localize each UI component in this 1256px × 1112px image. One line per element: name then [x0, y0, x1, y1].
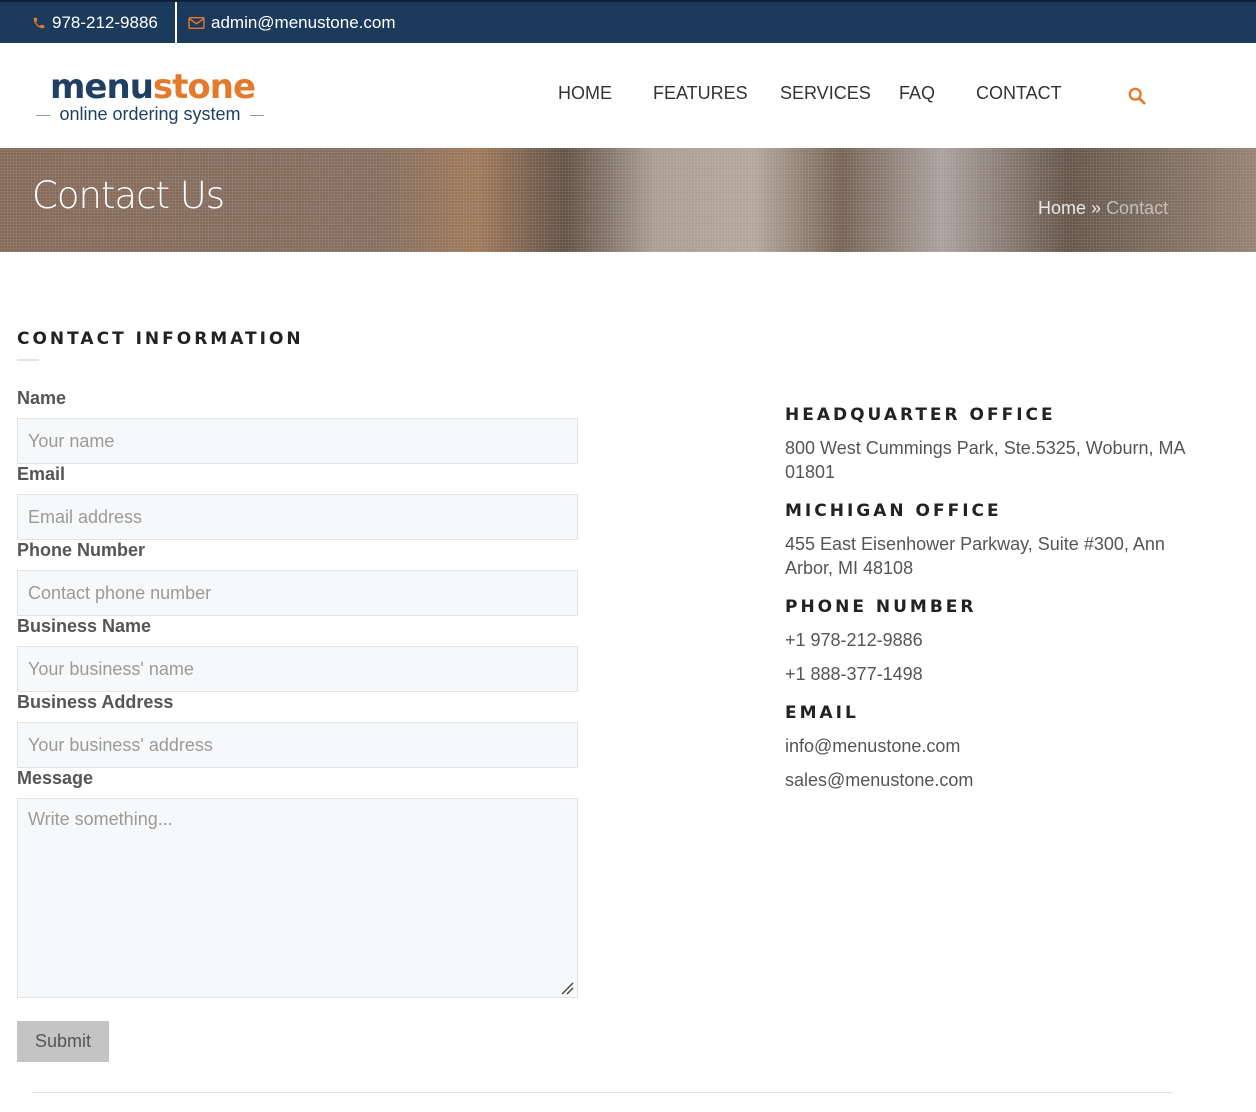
search-icon[interactable] [1128, 87, 1146, 109]
name-label: Name [17, 388, 67, 408]
breadcrumb: Home » Contact [1038, 198, 1168, 219]
contact-section-title: CONTACT INFORMATION [17, 329, 304, 349]
page-banner: Contact Us Home » Contact [0, 148, 1256, 252]
logo-wordmark: menustone [50, 67, 256, 107]
topbar-phone[interactable]: 978-212-9886 [32, 2, 158, 43]
email-label: Email [17, 464, 66, 484]
email-sales[interactable]: sales@menustone.com [785, 768, 1185, 792]
business-address-input[interactable] [17, 722, 578, 768]
business-name-label: Business Name [17, 616, 152, 636]
phone-number-1[interactable]: +1 978-212-9886 [785, 628, 1185, 652]
logo-rule-right [250, 115, 264, 116]
logo[interactable]: menustone online ordering system [36, 67, 264, 127]
nav-faq[interactable]: FAQ [899, 83, 935, 104]
nav-features[interactable]: FEATURES [653, 83, 748, 104]
site-header: menustone online ordering system HOME FE… [0, 43, 1256, 148]
message-label: Message [17, 768, 94, 788]
topbar-phone-text: 978-212-9886 [52, 12, 158, 32]
logo-word-stone: stone [152, 67, 256, 107]
breadcrumb-home[interactable]: Home [1038, 198, 1086, 218]
email-input[interactable] [17, 494, 578, 540]
phone-label: Phone Number [17, 540, 146, 560]
nav-contact[interactable]: CONTACT [976, 83, 1062, 104]
message-textarea[interactable] [17, 798, 578, 998]
hq-office-heading: HEADQUARTER OFFICE [785, 405, 1056, 425]
envelope-icon [188, 16, 205, 29]
topbar-divider [175, 2, 177, 43]
topbar-email[interactable]: admin@menustone.com [188, 2, 396, 43]
logo-word-menu: menu [50, 67, 154, 107]
page-title: Contact Us [32, 174, 225, 217]
email-info[interactable]: info@menustone.com [785, 734, 1185, 758]
breadcrumb-separator: » [1091, 198, 1102, 218]
logo-tagline: online ordering system [59, 104, 241, 124]
topbar-email-text: admin@menustone.com [211, 12, 396, 32]
phone-icon [33, 17, 45, 28]
email-heading: EMAIL [785, 703, 859, 723]
hq-office-address: 800 West Cummings Park, Ste.5325, Woburn… [785, 438, 1185, 482]
phone-number-heading: PHONE NUMBER [785, 597, 977, 617]
nav-home[interactable]: HOME [558, 83, 612, 104]
top-contact-bar: 978-212-9886 admin@menustone.com [0, 0, 1256, 43]
phone-number-2[interactable]: +1 888-377-1498 [785, 662, 1185, 686]
nav-services[interactable]: SERVICES [780, 83, 871, 104]
phone-input[interactable] [17, 570, 578, 616]
section-title-underline [17, 359, 39, 361]
breadcrumb-current: Contact [1106, 198, 1169, 218]
name-input[interactable] [17, 418, 578, 464]
michigan-office-heading: MICHIGAN OFFICE [785, 501, 1002, 521]
business-name-input[interactable] [17, 646, 578, 692]
michigan-office-address: 455 East Eisenhower Parkway, Suite #300,… [785, 534, 1165, 578]
business-address-label: Business Address [17, 692, 174, 712]
submit-button[interactable]: Submit [17, 1021, 109, 1062]
resize-handle-icon[interactable] [560, 980, 574, 999]
footer-divider [32, 1092, 1172, 1093]
